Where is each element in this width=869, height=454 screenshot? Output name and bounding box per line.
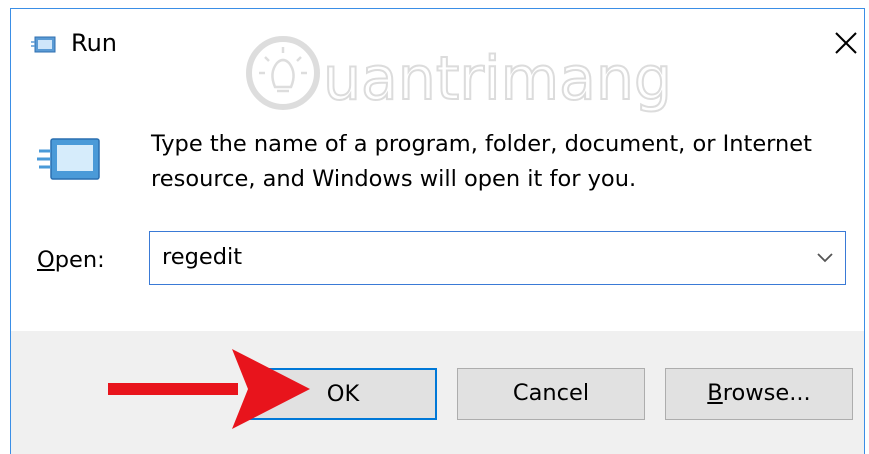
window-title: Run xyxy=(71,29,118,57)
watermark-text: uantrimang xyxy=(323,44,672,114)
annotation-arrow-icon xyxy=(108,349,310,429)
chevron-down-icon[interactable] xyxy=(815,250,835,266)
description-text: Type the name of a program, folder, docu… xyxy=(151,131,812,192)
browse-button[interactable]: Browse... xyxy=(665,368,853,420)
browse-hotkey: B xyxy=(707,380,723,406)
watermark-logo: uantrimang xyxy=(246,36,673,115)
cancel-button[interactable]: Cancel xyxy=(457,368,645,420)
open-label-rest: pen: xyxy=(54,247,105,273)
close-icon[interactable] xyxy=(824,23,864,63)
open-label: Open: xyxy=(37,247,105,273)
run-icon xyxy=(31,36,56,53)
open-input[interactable] xyxy=(162,241,782,273)
run-program-icon xyxy=(37,138,100,180)
open-combobox[interactable] xyxy=(149,231,846,285)
open-label-hotkey: O xyxy=(37,247,55,273)
browse-label-rest: rowse... xyxy=(722,380,811,406)
